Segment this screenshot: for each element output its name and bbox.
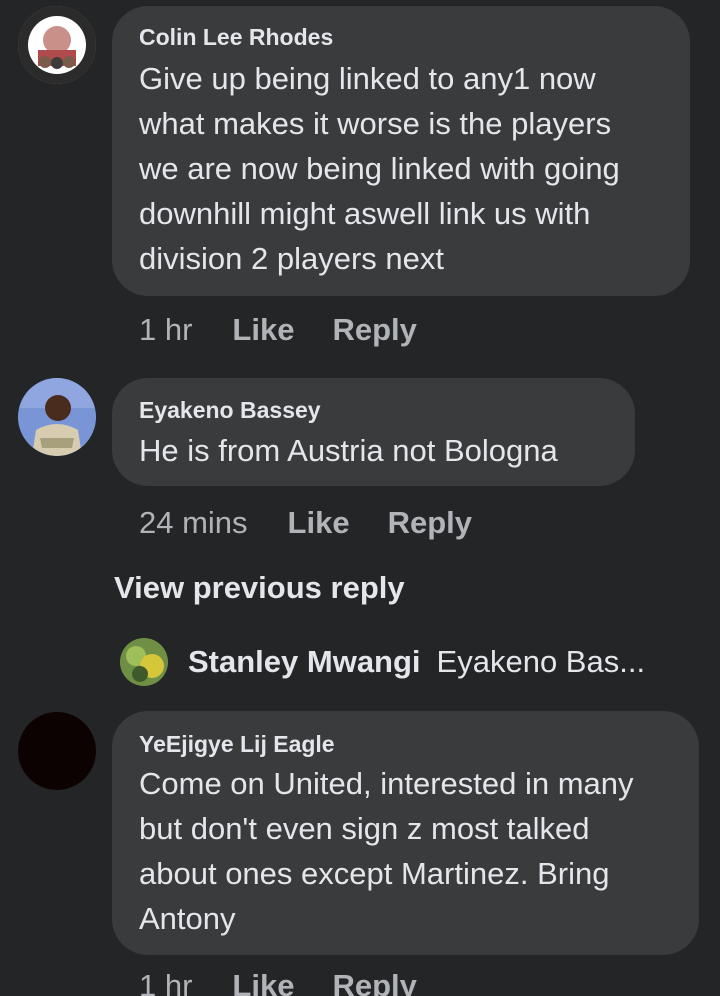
reply-author: Stanley Mwangi: [188, 644, 421, 679]
comment-text: Give up being linked to any1 now what ma…: [139, 61, 620, 276]
avatar-image: [18, 6, 96, 84]
comment-author[interactable]: YeEjigye Lij Eagle: [139, 731, 335, 758]
comment-author[interactable]: Eyakeno Bassey: [139, 397, 321, 424]
avatar[interactable]: [18, 6, 96, 84]
reply-button[interactable]: Reply: [332, 968, 416, 996]
comment-time[interactable]: 1 hr: [139, 968, 192, 996]
like-button[interactable]: Like: [232, 312, 294, 348]
comment-text: He is from Austria not Bologna: [139, 433, 558, 468]
comment-author[interactable]: Colin Lee Rhodes: [139, 24, 333, 51]
reply-button[interactable]: Reply: [388, 505, 472, 541]
comment-actions: 1 hr Like Reply: [139, 968, 417, 996]
view-previous-reply-link[interactable]: View previous reply: [114, 570, 405, 606]
avatar-image: [18, 378, 96, 456]
reply-button[interactable]: Reply: [332, 312, 416, 348]
comment-text: Come on United, interested in many but d…: [139, 766, 634, 936]
avatar[interactable]: [18, 712, 96, 790]
comment-time[interactable]: 1 hr: [139, 312, 192, 348]
like-button[interactable]: Like: [232, 968, 294, 996]
comments-thread: Colin Lee Rhodes Give up being linked to…: [0, 0, 720, 996]
reply-snippet: Eyakeno Bas...: [436, 644, 646, 679]
avatar: [120, 638, 168, 686]
avatar-image: [120, 638, 168, 686]
reply-preview[interactable]: Stanley Mwangi Eyakeno Bas...: [120, 638, 645, 686]
comment-actions: 1 hr Like Reply: [139, 312, 417, 348]
comment-actions: 24 mins Like Reply: [139, 505, 472, 541]
like-button[interactable]: Like: [288, 505, 350, 541]
comment-time[interactable]: 24 mins: [139, 505, 248, 541]
avatar[interactable]: [18, 378, 96, 456]
